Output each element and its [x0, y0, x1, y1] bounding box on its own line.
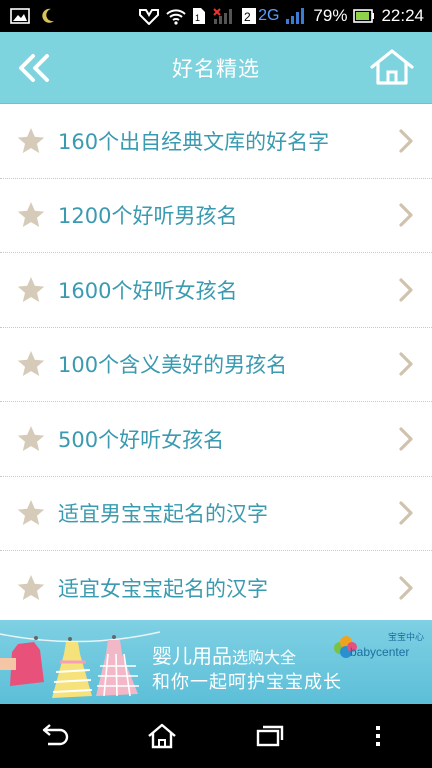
chevron-right-icon [399, 203, 413, 227]
list-item[interactable]: 160个出自经典文库的好名字 [0, 104, 432, 179]
double-chevron-left-icon [19, 54, 49, 82]
chevron-right-icon [399, 501, 413, 525]
list-item[interactable]: 适宜男宝宝起名的汉字 [0, 476, 432, 551]
brand-name: babycenter [350, 645, 410, 659]
list-item-label: 500个好听女孩名 [58, 427, 225, 452]
status-time: 22:24 [381, 6, 424, 25]
baby-clothes-illustration [0, 631, 160, 698]
name-list: 160个出自经典文库的好名字 1200个好听男孩名 1600个好听女孩名 100… [0, 104, 432, 626]
list-item-label: 适宜男宝宝起名的汉字 [58, 502, 268, 527]
star-icon [17, 202, 45, 228]
image-icon [10, 8, 30, 24]
system-nav-bar [0, 704, 432, 768]
chevron-right-icon [399, 129, 413, 153]
sim-icon: 1 [192, 7, 206, 25]
svg-text:1: 1 [195, 13, 200, 23]
chevron-right-icon [399, 352, 413, 376]
star-icon [17, 127, 45, 153]
list-item[interactable]: 100个含义美好的男孩名 [0, 327, 432, 402]
star-icon [17, 425, 45, 451]
list-item-label: 160个出自经典文库的好名字 [58, 129, 330, 154]
moon-icon [40, 7, 56, 25]
battery-icon [353, 8, 375, 24]
chevron-right-icon [399, 576, 413, 600]
star-icon [17, 351, 45, 377]
star-icon [17, 500, 45, 526]
chevron-right-icon [399, 278, 413, 302]
list-item-label: 1200个好听男孩名 [58, 204, 238, 229]
notification-icon [138, 7, 160, 25]
star-icon [17, 575, 45, 601]
list-item[interactable]: 1600个好听女孩名 [0, 253, 432, 328]
back-button[interactable] [12, 46, 56, 90]
list-item[interactable]: 适宜女宝宝起名的汉字 [0, 551, 432, 626]
nav-home-button[interactable] [132, 714, 192, 758]
status-bar: 1 2 2G 79% 22:24 [0, 0, 432, 32]
menu-icon [376, 726, 380, 746]
home-icon [370, 49, 414, 85]
list-item-label: 100个含义美好的男孩名 [58, 353, 288, 378]
signal-strength-icon [285, 7, 307, 25]
svg-text:2: 2 [244, 10, 251, 24]
chevron-right-icon [399, 427, 413, 451]
list-item[interactable]: 1200个好听男孩名 [0, 178, 432, 253]
home-button[interactable] [368, 44, 416, 90]
nav-back-button[interactable] [24, 714, 84, 758]
home-icon [148, 723, 176, 749]
back-icon [42, 724, 69, 746]
header: 好名精选 [0, 32, 432, 104]
list-item[interactable]: 500个好听女孩名 [0, 402, 432, 477]
banner-headline-sub: 选购大全 [232, 648, 297, 667]
list-item-label: 适宜女宝宝起名的汉字 [58, 577, 268, 602]
wifi-icon [166, 7, 186, 25]
brand-small-text: 宝宝中心 [388, 633, 425, 643]
ad-banner[interactable]: 婴儿用品选购大全 和你一起呵护宝宝成长 宝宝中心 babycenter [0, 620, 432, 704]
banner-headline-main: 婴儿用品 [152, 644, 232, 668]
list-item-label: 1600个好听女孩名 [58, 278, 238, 303]
nav-recent-apps-button[interactable] [240, 714, 300, 758]
page-title: 好名精选 [172, 56, 260, 81]
nav-menu-button[interactable] [348, 714, 408, 758]
battery-percent: 79% [313, 6, 348, 25]
signal-icon [212, 7, 236, 25]
banner-headline: 婴儿用品选购大全 [152, 640, 296, 669]
banner-tagline: 和你一起呵护宝宝成长 [152, 672, 342, 693]
star-icon [17, 276, 45, 302]
network-type: 2 2G [242, 7, 280, 24]
recent-apps-icon [256, 725, 284, 747]
